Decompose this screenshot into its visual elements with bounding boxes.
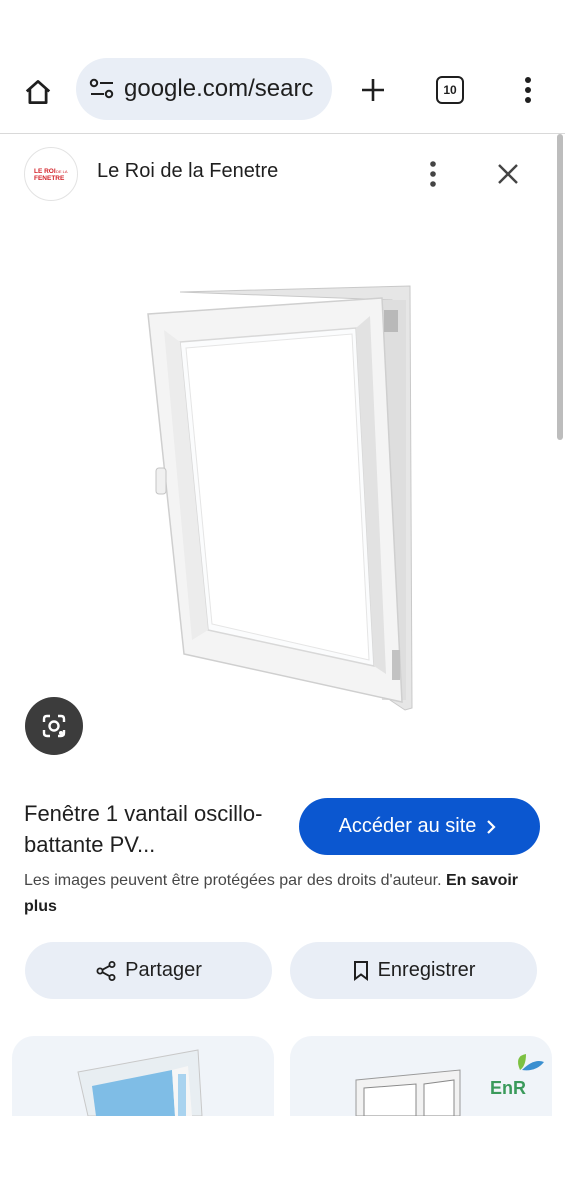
more-vert-icon xyxy=(430,161,436,187)
plus-icon xyxy=(362,79,384,101)
logo-image: LE ROI DE LA FENETRE xyxy=(34,168,68,182)
related-image-thumbnail xyxy=(355,1054,544,1116)
address-bar[interactable]: google.com/searc xyxy=(76,58,332,120)
lens-icon xyxy=(42,714,66,738)
copyright-notice: Les images peuvent être protégées par de… xyxy=(24,868,544,920)
bookmark-icon xyxy=(352,960,370,982)
tune-icon[interactable] xyxy=(88,75,116,103)
copyright-text: Les images peuvent être protégées par de… xyxy=(24,872,442,889)
result-title[interactable]: Fenêtre 1 vantail oscillo-battante PV... xyxy=(24,798,284,860)
panel-close-button[interactable] xyxy=(490,156,526,192)
browser-toolbar: google.com/searc 10 xyxy=(0,52,565,132)
chevron-right-icon xyxy=(487,819,496,834)
related-image-thumbnail xyxy=(77,1049,203,1116)
browser-menu-button[interactable] xyxy=(514,70,542,110)
toolbar-divider xyxy=(0,133,565,134)
share-icon xyxy=(95,960,117,982)
more-vert-icon xyxy=(525,77,531,103)
close-icon xyxy=(498,164,518,184)
save-label: Enregistrer xyxy=(377,959,476,981)
save-button[interactable]: Enregistrer xyxy=(290,942,537,999)
lens-search-button[interactable] xyxy=(25,697,83,755)
svg-text:FENETRE: FENETRE xyxy=(34,175,65,182)
home-button[interactable] xyxy=(18,72,58,112)
home-icon xyxy=(25,80,51,104)
enr-badge: EnR xyxy=(490,1078,526,1098)
share-button[interactable]: Partager xyxy=(25,942,272,999)
panel-more-button[interactable] xyxy=(418,156,448,192)
share-label: Partager xyxy=(125,959,202,981)
url-text[interactable]: google.com/searc xyxy=(124,75,324,103)
svg-text:LE ROI: LE ROI xyxy=(34,168,56,175)
tabs-icon[interactable]: 10 xyxy=(436,76,464,104)
scrollbar[interactable] xyxy=(557,134,563,440)
page-bottom xyxy=(0,1116,565,1192)
related-image-card[interactable]: EnR xyxy=(290,1036,552,1116)
tab-count: 10 xyxy=(443,83,457,97)
related-image-card[interactable] xyxy=(12,1036,274,1116)
product-image[interactable] xyxy=(120,270,440,720)
site-logo: LE ROI DE LA FENETRE xyxy=(24,147,78,201)
visit-site-label: Accéder au site xyxy=(338,815,477,837)
svg-text:DE LA: DE LA xyxy=(56,169,68,174)
new-tab-button[interactable] xyxy=(353,68,393,112)
visit-site-button[interactable]: Accéder au site xyxy=(299,798,540,855)
site-name[interactable]: Le Roi de la Fenetre xyxy=(97,160,278,183)
